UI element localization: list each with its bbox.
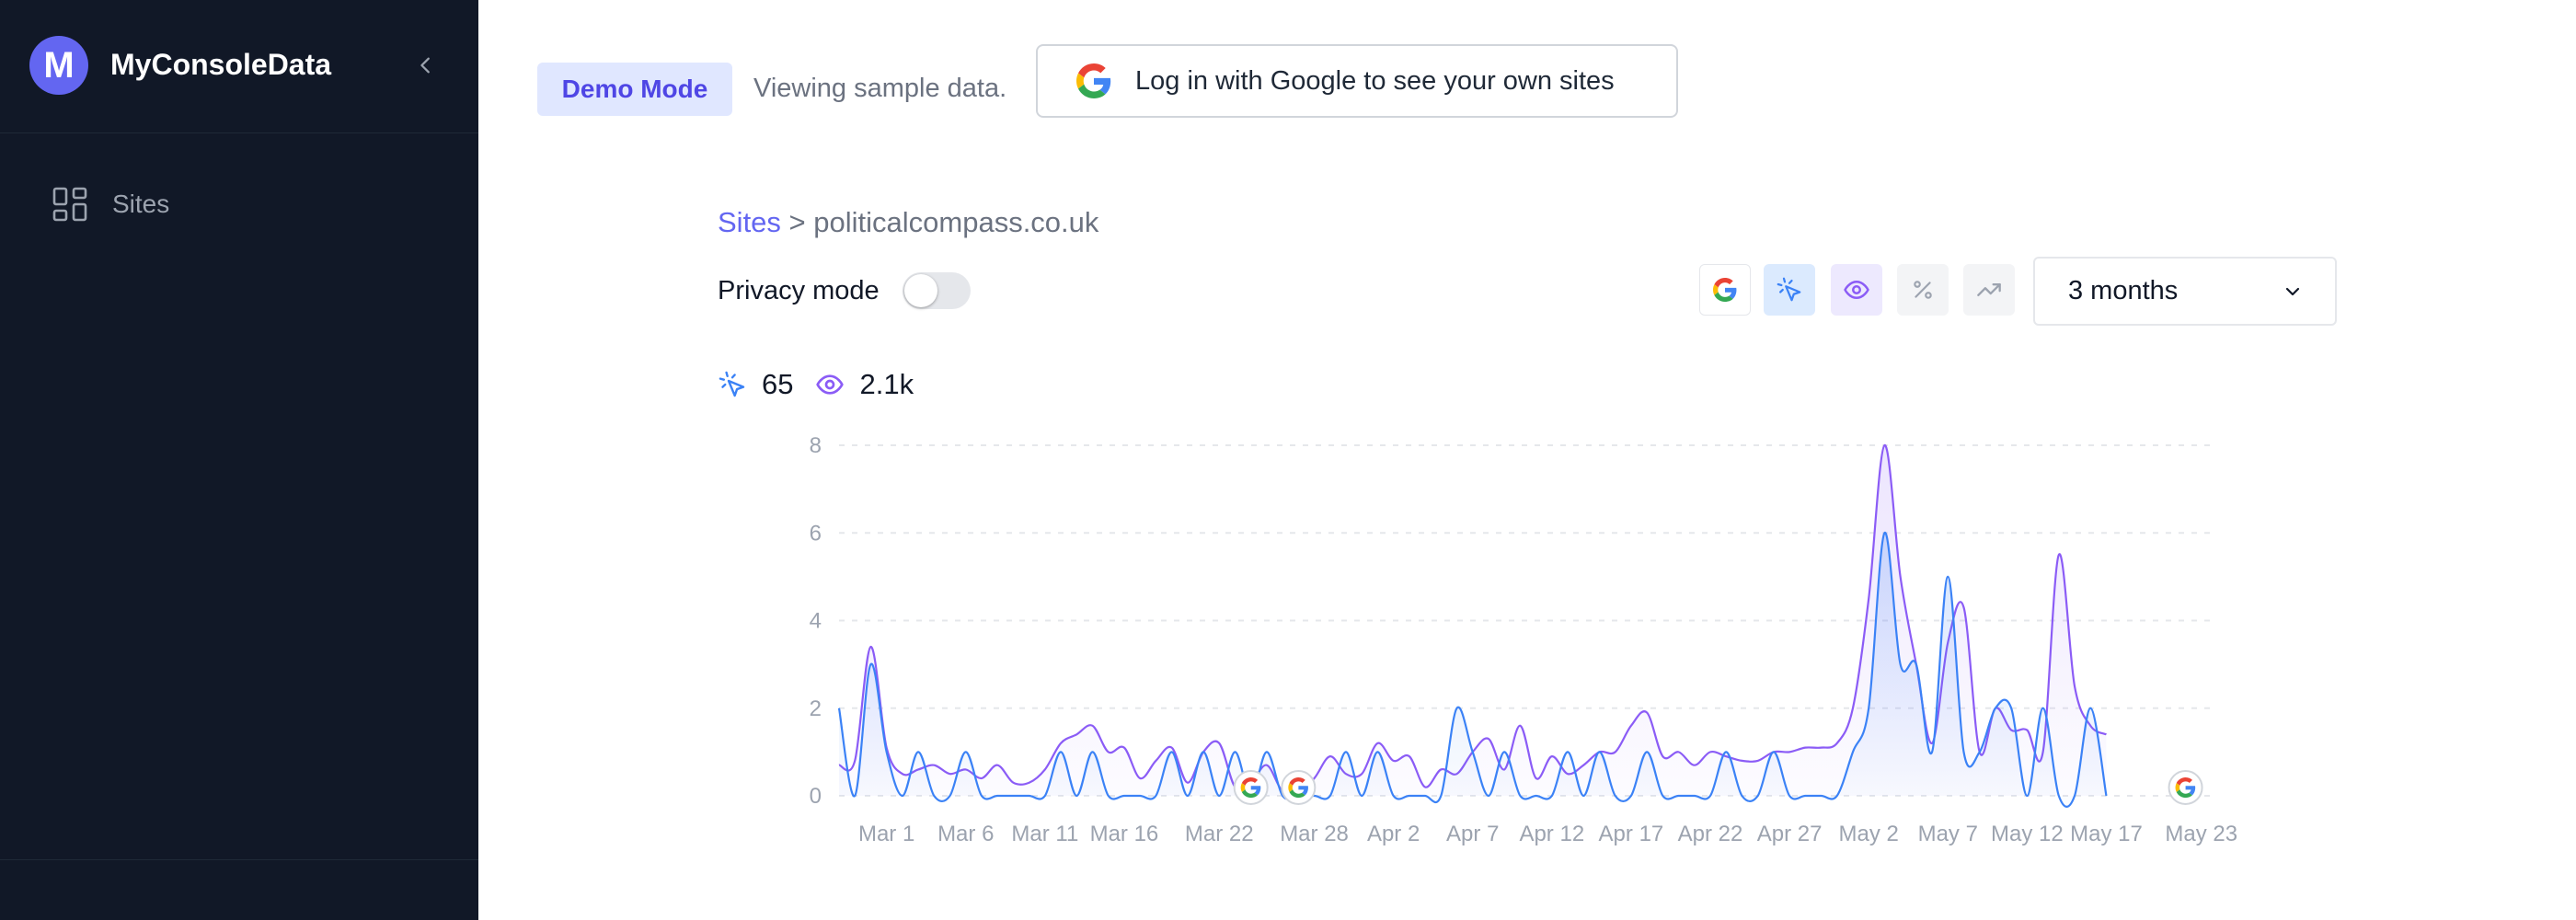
clicks-total: 65 [762,368,794,400]
google-update-marker [1233,770,1269,805]
app-logo[interactable]: M [29,36,88,95]
google-icon-part [1288,783,1294,792]
clicks-area [839,532,2107,807]
google-icon-part [1298,786,1308,796]
clicks-line [837,532,2108,809]
google-icon-part [2175,783,2180,792]
google-icon-part [2185,786,2196,796]
demo-description: Viewing sample data. [753,74,1007,103]
google-update-marker [2168,770,2203,805]
y-tick-label: 0 [810,784,822,809]
x-tick-label: Apr 22 [1678,822,1743,846]
breadcrumb: Sites > politicalcompass.co.uk [718,206,1098,239]
x-tick-label: May 12 [1991,822,2064,846]
x-tick-label: Mar 11 [1011,822,1078,846]
x-tick-label: May 17 [2070,822,2143,846]
sidebar-header: M MyConsoleData [0,0,478,133]
x-tick-label: May 7 [1918,822,1978,846]
marker-circle [1233,770,1269,805]
marker-circle [1281,770,1317,805]
google-icon-part [1240,783,1246,792]
click-icon [1777,277,1801,302]
google-icon-part [2176,789,2192,799]
chevron-down-icon [2285,287,2300,295]
google-login-button[interactable]: Log in with Google to see your own sites [1036,44,1678,118]
collapse-sidebar-button[interactable] [412,52,440,79]
impressions-area [839,444,2107,796]
google-update-marker [1281,770,1317,805]
app-title: MyConsoleData [110,48,332,81]
date-range-value: 3 months [2068,276,2179,305]
google-icon [1240,777,1261,799]
breadcrumb-separator: > [780,206,814,238]
impressions-total: 2.1k [859,368,914,400]
y-tick-label: 6 [810,521,822,546]
impressions-line [838,443,2108,796]
grid-icon [52,187,87,222]
toggle-knob [904,274,937,307]
eye-icon [1844,281,1869,299]
x-tick-label: Mar 22 [1185,822,1254,846]
position-toggle[interactable] [1963,264,2015,316]
google-icon-part [1241,777,1259,786]
google-icon-part [1289,777,1305,786]
privacy-mode-toggle[interactable] [903,272,971,309]
eye-icon [816,374,845,395]
date-range-select[interactable]: 3 months [2033,257,2337,326]
ctr-toggle[interactable] [1897,264,1949,316]
click-icon [719,371,745,397]
google-icon [2175,777,2196,799]
y-tick-label: 4 [810,609,822,634]
x-tick-label: Mar 28 [1280,822,1349,846]
google-icon-part [2176,777,2192,786]
x-tick-label: Mar 6 [937,822,994,846]
x-tick-label: Mar 1 [858,822,914,846]
google-icon [1288,777,1308,799]
x-tick-label: Apr 2 [1367,822,1420,846]
sidebar-divider [0,859,478,860]
impressions-toggle[interactable] [1831,264,1882,316]
demo-mode-badge: Demo Mode [537,63,732,116]
chevron-left-icon [420,57,430,74]
google-updates-toggle[interactable] [1699,264,1751,316]
google-icon-part [1241,789,1259,799]
x-tick-label: May 2 [1839,822,1899,846]
google-icon [1076,63,1111,98]
google-icon-part [1250,786,1261,796]
x-tick-label: Mar 16 [1090,822,1159,846]
trend-icon [1977,283,2001,296]
clicks-toggle[interactable] [1764,264,1815,316]
marker-circle [2168,770,2203,805]
x-tick-label: May 23 [2165,822,2237,846]
google-icon [1713,278,1737,302]
breadcrumb-current: politicalcompass.co.uk [813,206,1099,238]
google-icon-part [1289,789,1305,799]
x-tick-label: Apr 17 [1599,822,1664,846]
summary-stats: 65 2.1k [718,366,914,403]
x-tick-label: Apr 27 [1757,822,1823,846]
breadcrumb-sites-link[interactable]: Sites [718,206,781,238]
sidebar: M MyConsoleData Sites [0,0,478,920]
y-tick-label: 2 [810,696,822,721]
sidebar-item-label: Sites [112,190,170,218]
x-tick-label: Apr 12 [1519,822,1584,846]
privacy-mode-label: Privacy mode [718,276,880,305]
percent-icon [1914,281,1932,299]
sidebar-item-sites[interactable]: Sites [37,175,442,234]
y-tick-label: 8 [810,433,822,458]
x-tick-label: Apr 7 [1446,822,1499,846]
google-login-label: Log in with Google to see your own sites [1135,65,1615,96]
